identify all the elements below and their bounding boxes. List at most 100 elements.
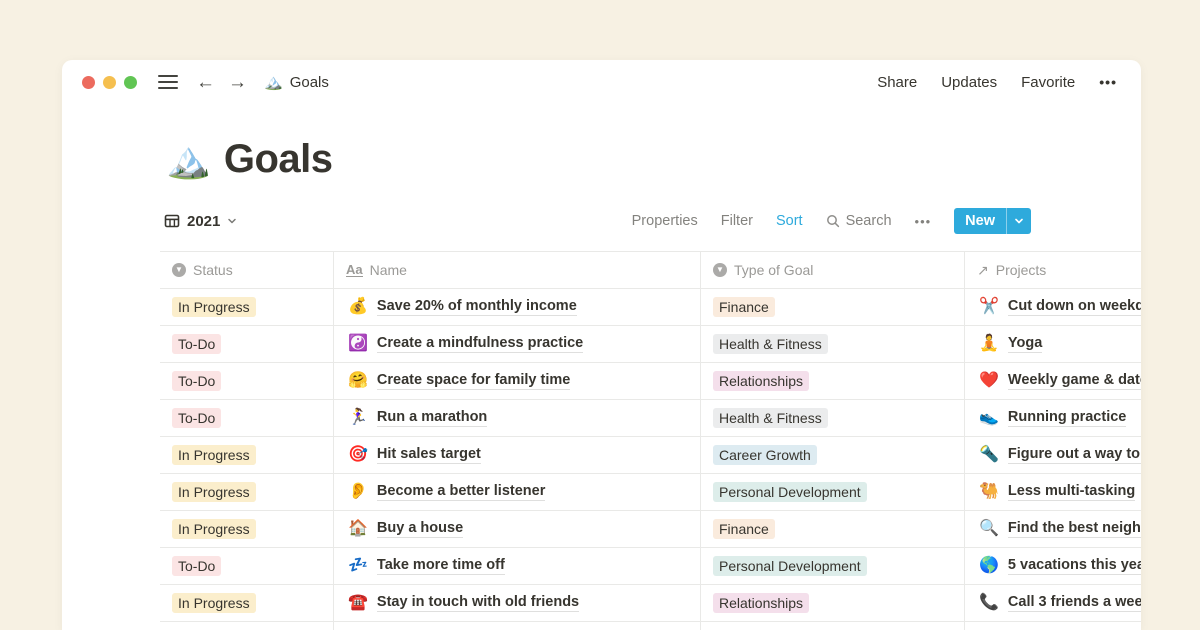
- projects-cell[interactable]: 🐫 Less multi-tasking: [965, 474, 1141, 510]
- column-header-projects[interactable]: ↗ Projects: [965, 252, 1141, 288]
- goal-title-link[interactable]: Buy a house: [377, 520, 463, 538]
- goal-title-link[interactable]: Save 20% of monthly income: [377, 298, 577, 316]
- project-title-link[interactable]: 5 vacations this yea: [1008, 557, 1141, 575]
- projects-cell[interactable]: 👟 Running practice: [965, 400, 1141, 436]
- status-cell[interactable]: To-Do: [160, 363, 334, 399]
- share-button[interactable]: Share: [877, 74, 917, 91]
- project-title-link[interactable]: Running practice: [1008, 409, 1126, 427]
- goal-title-link[interactable]: Hit sales target: [377, 446, 481, 464]
- sort-button[interactable]: Sort: [776, 213, 803, 229]
- project-title-link[interactable]: Figure out a way to c: [1008, 446, 1141, 464]
- project-title-link[interactable]: Yoga: [1008, 335, 1042, 353]
- type-badge[interactable]: Health & Fitness: [713, 408, 828, 428]
- type-badge[interactable]: Finance: [713, 297, 775, 317]
- table-row[interactable]: In Progress 🎯 Hit sales target Career Gr…: [160, 437, 1141, 474]
- type-of-goal-cell[interactable]: Relationships: [701, 585, 965, 621]
- properties-button[interactable]: Properties: [632, 213, 698, 229]
- status-cell[interactable]: To-Do: [160, 326, 334, 362]
- status-badge[interactable]: In Progress: [172, 297, 256, 317]
- table-row[interactable]: To-Do 🤗 Create space for family time Rel…: [160, 363, 1141, 400]
- table-row[interactable]: In Progress 👂 Become a better listener P…: [160, 474, 1141, 511]
- type-of-goal-cell[interactable]: Personal Development: [701, 474, 965, 510]
- forward-arrow-icon[interactable]: →: [228, 73, 247, 92]
- project-title-link[interactable]: Less multi-tasking: [1008, 483, 1135, 501]
- status-badge[interactable]: To-Do: [172, 334, 221, 354]
- status-cell[interactable]: In Progress: [160, 474, 334, 510]
- project-title-link[interactable]: Find the best neighb: [1008, 520, 1141, 538]
- view-more-options-icon[interactable]: •••: [915, 214, 932, 229]
- name-cell[interactable]: 🤗 Create space for family time: [334, 363, 701, 399]
- status-cell[interactable]: In Progress: [160, 511, 334, 547]
- project-title-link[interactable]: Cut down on weekd: [1008, 298, 1141, 316]
- goal-title-link[interactable]: Create space for family time: [377, 372, 570, 390]
- type-of-goal-cell[interactable]: Relationships: [701, 363, 965, 399]
- status-cell[interactable]: In Progress: [160, 585, 334, 621]
- status-badge[interactable]: In Progress: [172, 482, 256, 502]
- view-switcher[interactable]: 2021: [164, 213, 237, 230]
- goal-title-link[interactable]: Become a better listener: [377, 483, 545, 501]
- column-header-type-of-goal[interactable]: ▼ Type of Goal: [701, 252, 965, 288]
- filter-button[interactable]: Filter: [721, 213, 753, 229]
- project-title-link[interactable]: Call 3 friends a wee: [1008, 594, 1141, 612]
- search-button[interactable]: Search: [826, 213, 892, 229]
- table-row[interactable]: To-Do 💤 Take more time off Personal Deve…: [160, 548, 1141, 585]
- favorite-button[interactable]: Favorite: [1021, 74, 1075, 91]
- type-of-goal-cell[interactable]: Health & Fitness: [701, 400, 965, 436]
- type-of-goal-cell[interactable]: Finance: [701, 289, 965, 325]
- table-empty-row[interactable]: [160, 622, 1141, 630]
- table-row[interactable]: In Progress ☎️ Stay in touch with old fr…: [160, 585, 1141, 622]
- page-mountain-emoji-icon[interactable]: 🏔️: [166, 142, 211, 178]
- status-badge[interactable]: To-Do: [172, 556, 221, 576]
- status-badge[interactable]: In Progress: [172, 593, 256, 613]
- projects-cell[interactable]: 🌎 5 vacations this yea: [965, 548, 1141, 584]
- breadcrumb[interactable]: 🏔️ Goals: [264, 74, 329, 91]
- table-row[interactable]: To-Do 🏃‍♀️ Run a marathon Health & Fitne…: [160, 400, 1141, 437]
- status-badge[interactable]: To-Do: [172, 371, 221, 391]
- back-arrow-icon[interactable]: ←: [196, 73, 215, 92]
- status-cell[interactable]: To-Do: [160, 548, 334, 584]
- type-badge[interactable]: Finance: [713, 519, 775, 539]
- goal-title-link[interactable]: Create a mindfulness practice: [377, 335, 583, 353]
- name-cell[interactable]: ☯️ Create a mindfulness practice: [334, 326, 701, 362]
- table-row[interactable]: To-Do ☯️ Create a mindfulness practice H…: [160, 326, 1141, 363]
- name-cell[interactable]: 🏠 Buy a house: [334, 511, 701, 547]
- status-cell[interactable]: To-Do: [160, 400, 334, 436]
- column-header-status[interactable]: ▼ Status: [160, 252, 334, 288]
- status-cell[interactable]: In Progress: [160, 289, 334, 325]
- minimize-window-button[interactable]: [103, 76, 116, 89]
- type-badge[interactable]: Health & Fitness: [713, 334, 828, 354]
- name-cell[interactable]: 🏃‍♀️ Run a marathon: [334, 400, 701, 436]
- new-button-chevron-down-icon[interactable]: [1006, 208, 1031, 234]
- name-cell[interactable]: 💤 Take more time off: [334, 548, 701, 584]
- type-badge[interactable]: Relationships: [713, 371, 809, 391]
- type-badge[interactable]: Personal Development: [713, 482, 867, 502]
- name-cell[interactable]: 🎯 Hit sales target: [334, 437, 701, 473]
- type-badge[interactable]: Personal Development: [713, 556, 867, 576]
- projects-cell[interactable]: ✂️ Cut down on weekd: [965, 289, 1141, 325]
- projects-cell[interactable]: 🧘 Yoga: [965, 326, 1141, 362]
- status-cell[interactable]: In Progress: [160, 437, 334, 473]
- project-title-link[interactable]: Weekly game & date: [1008, 372, 1141, 390]
- status-badge[interactable]: To-Do: [172, 408, 221, 428]
- table-row[interactable]: In Progress 🏠 Buy a house Finance 🔍 Find…: [160, 511, 1141, 548]
- column-header-name[interactable]: Aa Name: [334, 252, 701, 288]
- projects-cell[interactable]: 🔦 Figure out a way to c: [965, 437, 1141, 473]
- name-cell[interactable]: 👂 Become a better listener: [334, 474, 701, 510]
- name-cell[interactable]: 💰 Save 20% of monthly income: [334, 289, 701, 325]
- type-badge[interactable]: Relationships: [713, 593, 809, 613]
- zoom-window-button[interactable]: [124, 76, 137, 89]
- status-badge[interactable]: In Progress: [172, 445, 256, 465]
- updates-button[interactable]: Updates: [941, 74, 997, 91]
- type-of-goal-cell[interactable]: Personal Development: [701, 548, 965, 584]
- sidebar-menu-icon[interactable]: [158, 75, 178, 90]
- more-options-icon[interactable]: •••: [1099, 74, 1117, 90]
- type-of-goal-cell[interactable]: Health & Fitness: [701, 326, 965, 362]
- new-button[interactable]: New: [954, 208, 1031, 234]
- goal-title-link[interactable]: Run a marathon: [377, 409, 487, 427]
- name-cell[interactable]: ☎️ Stay in touch with old friends: [334, 585, 701, 621]
- status-badge[interactable]: In Progress: [172, 519, 256, 539]
- type-of-goal-cell[interactable]: Career Growth: [701, 437, 965, 473]
- close-window-button[interactable]: [82, 76, 95, 89]
- projects-cell[interactable]: 📞 Call 3 friends a wee: [965, 585, 1141, 621]
- type-of-goal-cell[interactable]: Finance: [701, 511, 965, 547]
